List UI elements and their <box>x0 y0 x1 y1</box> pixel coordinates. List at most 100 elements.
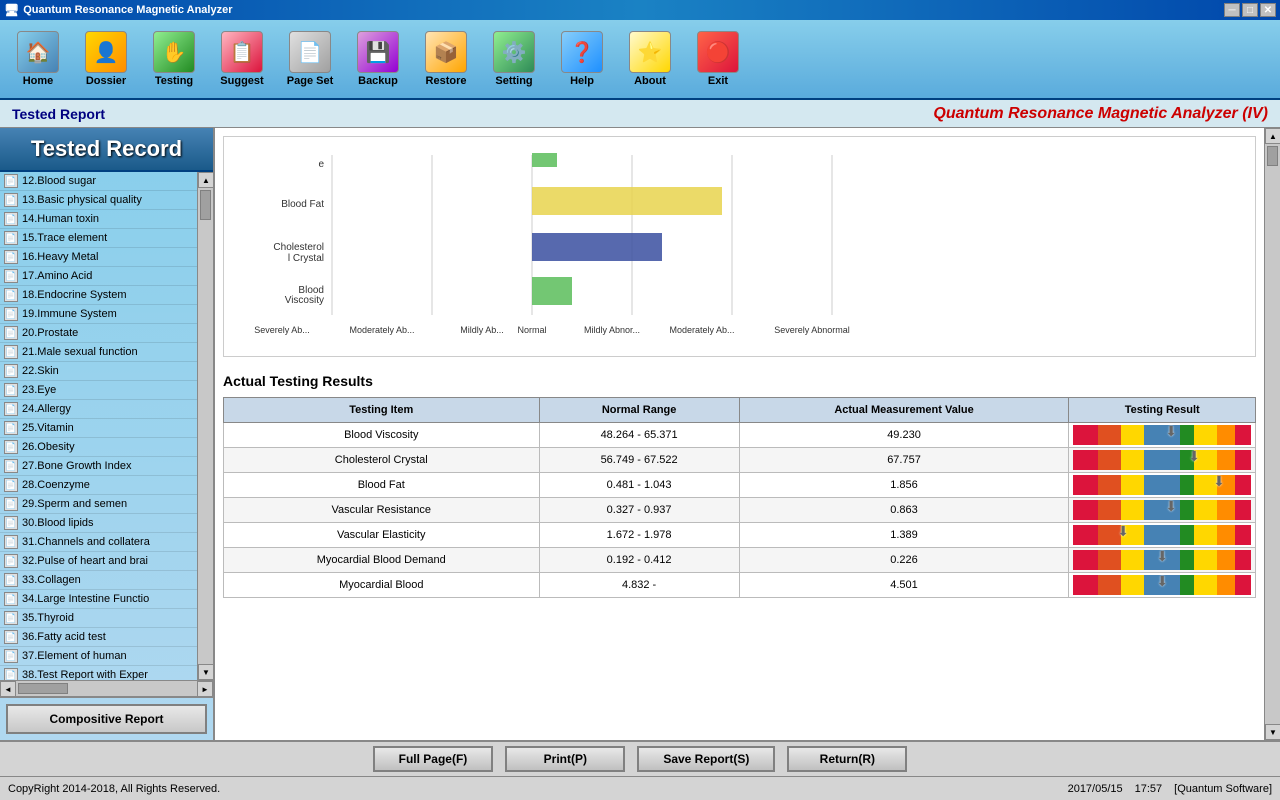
sidebar-item-4[interactable]: 📄 16.Heavy Metal <box>0 248 197 267</box>
maximize-button[interactable]: □ <box>1242 3 1258 17</box>
content-scroll-up[interactable]: ▲ <box>1265 128 1280 144</box>
sidebar-item-icon-10: 📄 <box>4 364 18 378</box>
sidebar-item-23[interactable]: 📄 35.Thyroid <box>0 609 197 628</box>
savereport-button[interactable]: Save Report(S) <box>637 746 775 772</box>
toolbar-item-exit[interactable]: 🔴 Exit <box>688 31 748 87</box>
sidebar-item-label-12: 24.Allergy <box>22 403 71 415</box>
sidebar-item-17[interactable]: 📄 29.Sperm and semen <box>0 495 197 514</box>
sidebar-item-label-6: 18.Endocrine System <box>22 289 127 301</box>
chart-area: e Blood Fat Cholesterol l Crystal Blood … <box>223 136 1256 357</box>
svg-text:Viscosity: Viscosity <box>285 295 324 306</box>
minimize-button[interactable]: ─ <box>1224 3 1240 17</box>
suggest-icon: 📋 <box>221 31 263 73</box>
sidebar-item-20[interactable]: 📄 32.Pulse of heart and brai <box>0 552 197 571</box>
main-layout: Tested Record 📄 12.Blood sugar 📄 13.Basi… <box>0 128 1280 740</box>
sidebar-item-icon-9: 📄 <box>4 345 18 359</box>
sidebar-item-3[interactable]: 📄 15.Trace element <box>0 229 197 248</box>
sidebar-item-14[interactable]: 📄 26.Obesity <box>0 438 197 457</box>
content-scroll-down[interactable]: ▼ <box>1265 724 1280 740</box>
sidebar-item-9[interactable]: 📄 21.Male sexual function <box>0 343 197 362</box>
sidebar-item-11[interactable]: 📄 23.Eye <box>0 381 197 400</box>
title-bar-text: Quantum Resonance Magnetic Analyzer <box>23 4 232 16</box>
toolbar-item-dossier[interactable]: 👤 Dossier <box>76 31 136 87</box>
toolbar-item-suggest[interactable]: 📋 Suggest <box>212 31 272 87</box>
sidebar-item-6[interactable]: 📄 18.Endocrine System <box>0 286 197 305</box>
composite-report-button[interactable]: Compositive Report <box>6 704 207 734</box>
sidebar-item-8[interactable]: 📄 20.Prostate <box>0 324 197 343</box>
toolbar-item-testing[interactable]: ✋ Testing <box>144 31 204 87</box>
sidebar-item-16[interactable]: 📄 28.Coenzyme <box>0 476 197 495</box>
cell-range-5: 0.192 - 0.412 <box>539 548 739 573</box>
sidebar-item-icon-26: 📄 <box>4 668 18 680</box>
sidebar-item-label-4: 16.Heavy Metal <box>22 251 98 263</box>
suggest-label: Suggest <box>220 75 263 87</box>
sidebar-item-22[interactable]: 📄 34.Large Intestine Functio <box>0 590 197 609</box>
bar-arrow: ⬇ <box>1165 423 1177 440</box>
sidebar-scrollbar[interactable]: ▲ ▼ <box>197 172 213 680</box>
content-scroll-thumb[interactable] <box>1267 146 1278 166</box>
sidebar-item-2[interactable]: 📄 14.Human toxin <box>0 210 197 229</box>
sidebar-item-5[interactable]: 📄 17.Amino Acid <box>0 267 197 286</box>
toolbar-item-pageset[interactable]: 📄 Page Set <box>280 31 340 87</box>
cell-result-1: ⬇ <box>1069 448 1256 473</box>
sidebar-item-7[interactable]: 📄 19.Immune System <box>0 305 197 324</box>
help-icon: ❓ <box>561 31 603 73</box>
sidebar-item-15[interactable]: 📄 27.Bone Growth Index <box>0 457 197 476</box>
bar-chart: e Blood Fat Cholesterol l Crystal Blood … <box>232 145 912 345</box>
col-normal-range: Normal Range <box>539 398 739 423</box>
sidebar-item-12[interactable]: 📄 24.Allergy <box>0 400 197 419</box>
cell-result-5: ⬇ <box>1069 548 1256 573</box>
dossier-icon: 👤 <box>85 31 127 73</box>
scroll-thumb[interactable] <box>200 190 211 220</box>
sidebar-item-10[interactable]: 📄 22.Skin <box>0 362 197 381</box>
cell-range-2: 0.481 - 1.043 <box>539 473 739 498</box>
sidebar-item-label-23: 35.Thyroid <box>22 612 74 624</box>
sidebar-item-label-9: 21.Male sexual function <box>22 346 138 358</box>
sidebar-horiz-scrollbar[interactable]: ◄ ► <box>0 680 213 696</box>
restore-label: Restore <box>426 75 467 87</box>
print-button[interactable]: Print(P) <box>505 746 625 772</box>
content-inner: e Blood Fat Cholesterol l Crystal Blood … <box>215 128 1280 740</box>
sidebar-item-label-3: 15.Trace element <box>22 232 107 244</box>
sidebar-item-icon-8: 📄 <box>4 326 18 340</box>
scroll-down-btn[interactable]: ▼ <box>198 664 213 680</box>
scroll-up-btn[interactable]: ▲ <box>198 172 213 188</box>
sidebar-item-26[interactable]: 📄 38.Test Report with Exper <box>0 666 197 680</box>
sidebar-item-0[interactable]: 📄 12.Blood sugar <box>0 172 197 191</box>
close-button[interactable]: ✕ <box>1260 3 1276 17</box>
fullpage-button[interactable]: Full Page(F) <box>373 746 494 772</box>
content-scrollbar[interactable]: ▲ ▼ <box>1264 128 1280 740</box>
svg-text:Mildly Ab...: Mildly Ab... <box>460 325 504 335</box>
table-row: Vascular Resistance 0.327 - 0.937 0.863 … <box>224 498 1256 523</box>
return-button[interactable]: Return(R) <box>787 746 907 772</box>
scroll-right-btn[interactable]: ► <box>197 681 213 697</box>
cell-result-3: ⬇ <box>1069 498 1256 523</box>
setting-label: Setting <box>495 75 532 87</box>
cell-value-5: 0.226 <box>739 548 1069 573</box>
sidebar-item-21[interactable]: 📄 33.Collagen <box>0 571 197 590</box>
sidebar-item-icon-20: 📄 <box>4 554 18 568</box>
sidebar-item-label-1: 13.Basic physical quality <box>22 194 142 206</box>
cell-range-4: 1.672 - 1.978 <box>539 523 739 548</box>
scroll-left-btn[interactable]: ◄ <box>0 681 16 697</box>
content-scroll[interactable]: e Blood Fat Cholesterol l Crystal Blood … <box>215 128 1264 740</box>
sidebar-list-wrapper: 📄 12.Blood sugar 📄 13.Basic physical qua… <box>0 172 213 680</box>
sidebar-item-25[interactable]: 📄 37.Element of human <box>0 647 197 666</box>
sidebar-item-19[interactable]: 📄 31.Channels and collatera <box>0 533 197 552</box>
sidebar-item-13[interactable]: 📄 25.Vitamin <box>0 419 197 438</box>
sidebar-item-icon-5: 📄 <box>4 269 18 283</box>
toolbar-item-restore[interactable]: 📦 Restore <box>416 31 476 87</box>
sidebar-item-label-15: 27.Bone Growth Index <box>22 460 131 472</box>
sidebar-item-icon-18: 📄 <box>4 516 18 530</box>
about-label: About <box>634 75 666 87</box>
sidebar-item-18[interactable]: 📄 30.Blood lipids <box>0 514 197 533</box>
toolbar-item-about[interactable]: ⭐ About <box>620 31 680 87</box>
sidebar-item-24[interactable]: 📄 36.Fatty acid test <box>0 628 197 647</box>
toolbar-item-help[interactable]: ❓ Help <box>552 31 612 87</box>
toolbar-item-home[interactable]: 🏠 Home <box>8 31 68 87</box>
sidebar-item-1[interactable]: 📄 13.Basic physical quality <box>0 191 197 210</box>
toolbar-item-setting[interactable]: ⚙️ Setting <box>484 31 544 87</box>
scroll-horiz-thumb[interactable] <box>18 683 68 694</box>
toolbar-item-backup[interactable]: 💾 Backup <box>348 31 408 87</box>
dossier-label: Dossier <box>86 75 126 87</box>
